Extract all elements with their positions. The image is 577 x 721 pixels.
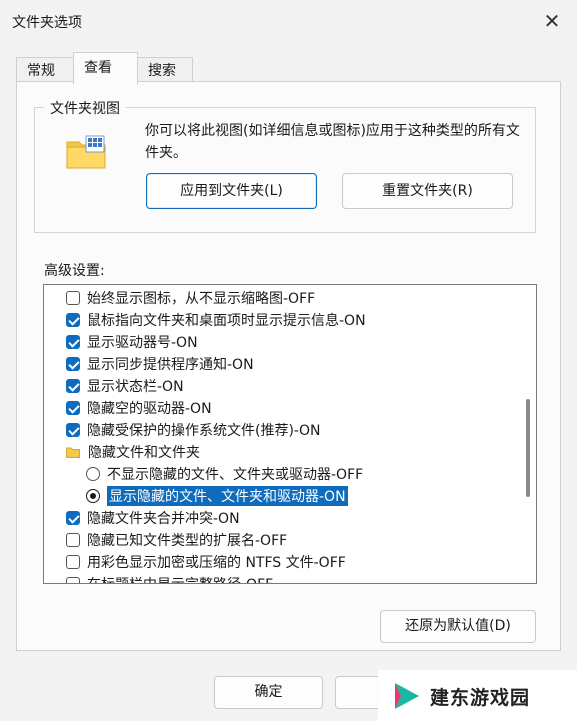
- list-item[interactable]: 隐藏空的驱动器-ON: [66, 397, 212, 419]
- list-item-label: 隐藏空的驱动器-ON: [87, 401, 212, 417]
- list-item[interactable]: 显示同步提供程序通知-ON: [66, 353, 254, 375]
- apply-to-folders-button[interactable]: 应用到文件夹(L): [146, 173, 317, 209]
- checkbox[interactable]: [66, 533, 80, 547]
- checkbox[interactable]: [66, 511, 80, 525]
- window-title: 文件夹选项: [12, 15, 82, 31]
- list-item-label-selected: 显示隐藏的文件、文件夹和驱动器-ON: [107, 486, 348, 506]
- list-item-label: 鼠标指向文件夹和桌面项时显示提示信息-ON: [87, 313, 366, 329]
- vertical-scrollbar[interactable]: [520, 285, 536, 583]
- list-item[interactable]: 始终显示图标，从不显示缩略图-OFF: [66, 287, 315, 309]
- list-item[interactable]: 不显示隐藏的文件、文件夹或驱动器-OFF: [86, 463, 363, 485]
- list-item[interactable]: 显示状态栏-ON: [66, 375, 184, 397]
- advanced-settings-label: 高级设置:: [44, 263, 105, 279]
- tab-general[interactable]: 常规: [16, 57, 74, 84]
- tab-search[interactable]: 搜索: [137, 57, 193, 84]
- list-item-label: 隐藏受保护的操作系统文件(推荐)-ON: [87, 423, 321, 439]
- checkbox[interactable]: [66, 423, 80, 437]
- tree-group-node: 隐藏文件和文件夹: [66, 441, 200, 463]
- list-item[interactable]: 显示隐藏的文件、文件夹和驱动器-ON: [86, 485, 348, 507]
- list-item-label: 不显示隐藏的文件、文件夹或驱动器-OFF: [107, 467, 364, 483]
- close-button[interactable]: ✕: [527, 0, 577, 42]
- list-item[interactable]: 隐藏文件夹合并冲突-ON: [66, 507, 240, 529]
- folder-views-description: 你可以将此视图(如详细信息或图标)应用于这种类型的所有文件夹。: [145, 123, 520, 161]
- scrollbar-thumb[interactable]: [526, 399, 530, 497]
- ok-button[interactable]: 确定: [214, 676, 323, 709]
- checkbox[interactable]: [66, 335, 80, 349]
- list-item-label: 始终显示图标，从不显示缩略图-OFF: [87, 291, 316, 307]
- reset-folders-button[interactable]: 重置文件夹(R): [342, 173, 513, 209]
- checkbox[interactable]: [66, 357, 80, 371]
- tab-view[interactable]: 查看: [73, 52, 138, 84]
- list-item[interactable]: 隐藏受保护的操作系统文件(推荐)-ON: [66, 419, 320, 441]
- watermark-text: 建东游戏园: [430, 687, 531, 709]
- list-item-label: 隐藏已知文件类型的扩展名-OFF: [87, 533, 288, 549]
- watermark-logo-icon: [395, 683, 419, 709]
- list-item[interactable]: 显示驱动器号-ON: [66, 331, 198, 353]
- folder-options-dialog: 文件夹选项 ✕ 常规 查看 搜索 文件夹视图 你可以将此视图(如详细信息或图标)…: [0, 0, 577, 721]
- restore-defaults-button[interactable]: 还原为默认值(D): [380, 610, 536, 643]
- list-item-label: 用彩色显示加密或压缩的 NTFS 文件-OFF: [87, 555, 346, 571]
- folder-views-legend: 文件夹视图: [44, 98, 126, 118]
- folder-icon: [66, 447, 80, 458]
- title-bar: 文件夹选项 ✕: [0, 0, 577, 42]
- checkbox[interactable]: [66, 577, 80, 583]
- list-item-label: 显示同步提供程序通知-ON: [87, 357, 254, 373]
- list-item[interactable]: 隐藏已知文件类型的扩展名-OFF: [66, 529, 287, 551]
- list-item[interactable]: 在标题栏中显示完整路径-OFF: [66, 573, 273, 583]
- advanced-settings-tree[interactable]: 始终显示图标，从不显示缩略图-OFF 鼠标指向文件夹和桌面项时显示提示信息-ON…: [43, 284, 537, 584]
- checkbox[interactable]: [66, 555, 80, 569]
- close-icon: ✕: [543, 9, 561, 33]
- checkbox[interactable]: [66, 401, 80, 415]
- list-item-label: 隐藏文件和文件夹: [88, 445, 200, 461]
- list-item-label: 在标题栏中显示完整路径-OFF: [87, 574, 273, 583]
- checkbox[interactable]: [66, 313, 80, 327]
- radio-button[interactable]: [86, 467, 100, 481]
- list-item[interactable]: 鼠标指向文件夹和桌面项时显示提示信息-ON: [66, 309, 366, 331]
- radio-button[interactable]: [86, 489, 100, 503]
- list-item-label: 显示状态栏-ON: [87, 379, 184, 395]
- list-item-label: 隐藏文件夹合并冲突-ON: [87, 511, 240, 527]
- folder-view-icon: [66, 135, 106, 169]
- checkbox[interactable]: [66, 291, 80, 305]
- list-item-label: 显示驱动器号-ON: [87, 335, 198, 351]
- watermark: 建东游戏园: [378, 670, 577, 721]
- list-item[interactable]: 用彩色显示加密或压缩的 NTFS 文件-OFF: [66, 551, 346, 573]
- checkbox[interactable]: [66, 379, 80, 393]
